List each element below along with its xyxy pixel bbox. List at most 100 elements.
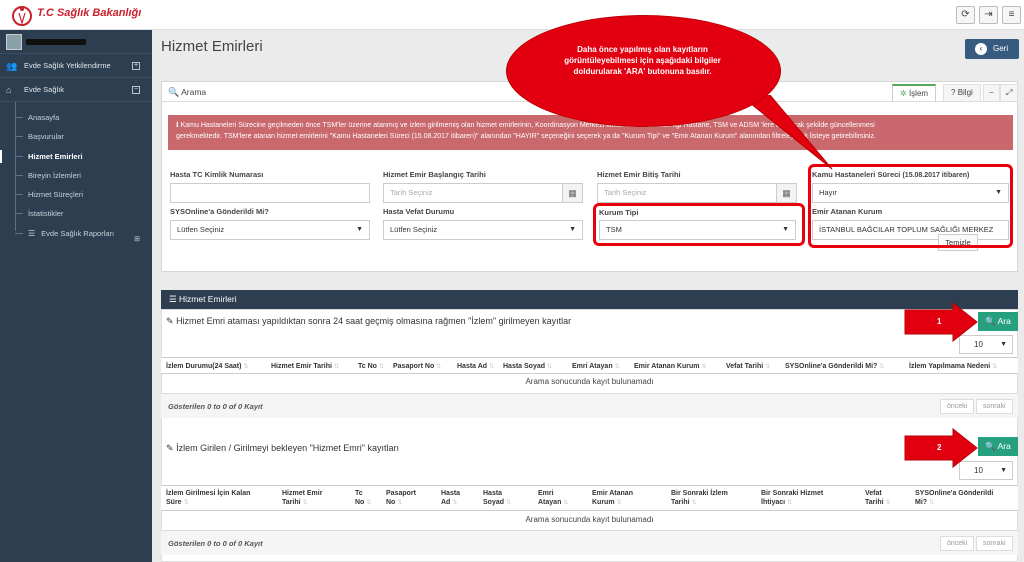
next-page-button[interactable]: sonraki	[976, 399, 1013, 414]
column-header[interactable]: Emir Atanan Kurum ⇅	[592, 489, 642, 508]
sort-icon[interactable]: ⇅	[992, 364, 997, 370]
column-header[interactable]: SYSOnline'a Gönderildi Mi? ⇅	[915, 489, 1005, 508]
tc-input[interactable]	[170, 183, 370, 203]
sort-icon[interactable]: ⇅	[489, 364, 494, 370]
minus-icon: −	[989, 88, 994, 97]
sidebar-item-evde-saglik[interactable]: ⌂ Evde Sağlık −	[0, 78, 152, 102]
sort-icon[interactable]: ⇅	[929, 500, 934, 506]
column-header[interactable]: Hizmet Emir Tarihi ⇅	[282, 489, 332, 508]
prev-page-button[interactable]: önceki	[940, 399, 975, 414]
sort-icon[interactable]: ⇅	[765, 364, 770, 370]
search-icon: 🔍	[985, 441, 996, 451]
calendar-icon[interactable]: ▦	[562, 184, 582, 202]
sidebar-item-hizmet-surecleri[interactable]: Hizmet Süreçleri	[14, 185, 152, 204]
tab-bilgi[interactable]: ? Bilgi	[943, 84, 981, 101]
collapse-icon[interactable]: −	[132, 86, 140, 94]
search-button-2[interactable]: 🔍 Ara	[978, 437, 1018, 456]
results-panel-header: ☰ Hizmet Emirleri	[161, 290, 1018, 309]
minimize-button[interactable]: −	[983, 84, 1000, 101]
column-header[interactable]: Hasta Ad ⇅	[457, 362, 494, 372]
ministry-name: T.C Sağlık Bakanlığı	[37, 7, 142, 19]
column-header[interactable]: Hasta Ad ⇅	[441, 489, 471, 508]
tc-label: Hasta TC Kimlik Numarası	[170, 170, 264, 179]
sort-icon[interactable]: ⇅	[563, 500, 568, 506]
column-header[interactable]: Pasaport No ⇅	[386, 489, 426, 508]
column-header[interactable]: Vefat Tarihi ⇅	[726, 362, 770, 372]
sysonline-select[interactable]: Lütfen Seçiniz ▼	[170, 220, 370, 240]
page-title: Hizmet Emirleri	[161, 38, 263, 55]
sidebar-item-basvurular[interactable]: Başvurular	[14, 127, 152, 146]
back-button[interactable]: ‹ Geri	[965, 39, 1019, 59]
user-profile[interactable]	[0, 30, 152, 54]
sort-icon[interactable]: ⇅	[452, 500, 457, 506]
column-header[interactable]: İzlem Girilmesi İçin Kalan Süre ⇅	[166, 489, 266, 508]
search-panel-title: 🔍 Arama	[168, 87, 207, 97]
sidebar-item-istatistikler[interactable]: İstatistikler	[14, 204, 152, 223]
menu-button[interactable]: ≡	[1002, 6, 1021, 24]
sort-icon[interactable]: ⇅	[506, 500, 511, 506]
sort-icon[interactable]: ⇅	[243, 364, 248, 370]
section2-title: ✎ İzlem Girilen / Girilmeyi bekleyen "Hi…	[166, 443, 399, 453]
column-header[interactable]: Vefat Tarihi ⇅	[865, 489, 893, 508]
sidebar-item-bireyin-izlemleri[interactable]: Bireyin İzlemleri	[14, 166, 152, 185]
sort-icon[interactable]: ⇅	[547, 364, 552, 370]
column-header[interactable]: Tc No ⇅	[355, 489, 373, 508]
sort-icon[interactable]: ⇅	[615, 364, 620, 370]
sort-icon[interactable]: ⇅	[617, 500, 622, 506]
column-header[interactable]: İzlem Yapılmama Nedeni ⇅	[909, 362, 997, 372]
menu-icon: ≡	[1008, 9, 1015, 20]
search-button-1[interactable]: 🔍 Ara	[978, 312, 1018, 331]
logout-icon: ⇥	[984, 9, 993, 20]
sort-icon[interactable]: ⇅	[787, 500, 792, 506]
sort-icon[interactable]: ⇅	[879, 364, 884, 370]
vefat-select[interactable]: Lütfen Seçiniz ▼	[383, 220, 583, 240]
column-header[interactable]: İzlem Durumu(24 Saat) ⇅	[166, 362, 249, 372]
sort-icon[interactable]: ⇅	[303, 500, 308, 506]
list-icon: ☰	[169, 294, 177, 304]
avatar	[6, 34, 22, 50]
sort-icon[interactable]: ⇅	[379, 364, 384, 370]
end-date-input[interactable]: Tarih Seçiniz ▦	[597, 183, 797, 203]
sort-icon[interactable]: ⇅	[334, 364, 339, 370]
expand-button[interactable]: ⤢	[1000, 84, 1019, 101]
column-header[interactable]: Emir Atanan Kurum ⇅	[634, 362, 707, 372]
edit-icon: ✎	[166, 316, 174, 326]
column-header[interactable]: Bir Sonraki İzlem Tarihi ⇅	[671, 489, 741, 508]
sidebar-item-raporlar[interactable]: ☰ Evde Sağlık Raporları ⊞	[14, 224, 152, 243]
column-header[interactable]: Hizmet Emir Tarihi ⇅	[271, 362, 339, 372]
sort-icon[interactable]: ⇅	[692, 500, 697, 506]
next-page-button[interactable]: sonraki	[976, 536, 1013, 551]
users-icon: 👥	[6, 61, 18, 71]
refresh-button[interactable]: ⟳	[956, 6, 975, 24]
column-header[interactable]: Tc No ⇅	[358, 362, 384, 372]
expand-icon: ⤢	[1006, 88, 1013, 97]
column-header[interactable]: Emri Atayan ⇅	[572, 362, 620, 372]
sort-icon[interactable]: ⇅	[701, 364, 706, 370]
sort-icon[interactable]: ⇅	[436, 364, 441, 370]
column-header[interactable]: Bir Sonraki Hizmet İhtiyacı ⇅	[761, 489, 841, 508]
prev-page-button[interactable]: önceki	[940, 536, 975, 551]
start-date-input[interactable]: Tarih Seçiniz ▦	[383, 183, 583, 203]
back-button-label: Geri	[993, 44, 1009, 53]
calendar-icon[interactable]: ▦	[776, 184, 796, 202]
expand-icon[interactable]: +	[132, 62, 140, 70]
caret-down-icon: ▼	[569, 226, 576, 233]
table-header-2: İzlem Girilmesi İçin Kalan Süre ⇅ Hizmet …	[161, 485, 1018, 511]
column-header[interactable]: SYSOnline'a Gönderildi Mi? ⇅	[785, 362, 884, 372]
pagination-info: Gösterilen 0 to 0 of 0 Kayıt	[168, 539, 263, 548]
sidebar-item-anasayfa[interactable]: Anasayfa	[14, 108, 152, 127]
column-header[interactable]: Hasta Soyad ⇅	[503, 362, 552, 372]
highlight-kamu-emir	[808, 164, 1013, 248]
sort-icon[interactable]: ⇅	[184, 500, 189, 506]
column-header[interactable]: Hasta Soyad ⇅	[483, 489, 513, 508]
column-header[interactable]: Pasaport No ⇅	[393, 362, 441, 372]
logout-button[interactable]: ⇥	[979, 6, 998, 24]
column-header[interactable]: Emri Atayan ⇅	[538, 489, 568, 508]
tab-islem[interactable]: ✲ İşlem	[892, 84, 937, 101]
sort-icon[interactable]: ⇅	[397, 500, 402, 506]
caret-down-icon: ▼	[356, 226, 363, 233]
sort-icon[interactable]: ⇅	[886, 500, 891, 506]
sort-icon[interactable]: ⇅	[366, 500, 371, 506]
sidebar-item-hizmet-emirleri[interactable]: Hizmet Emirleri	[0, 147, 152, 166]
sidebar-item-yetkilendirme[interactable]: 👥 Evde Sağlık Yetkilendirme +	[0, 54, 152, 78]
